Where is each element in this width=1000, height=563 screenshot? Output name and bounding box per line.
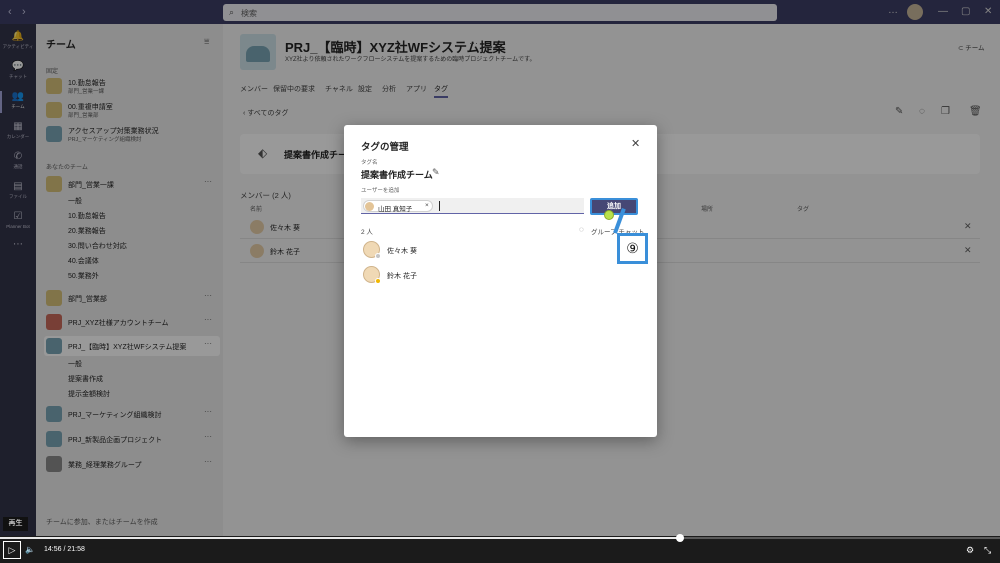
close-icon[interactable]: ✕	[631, 137, 640, 150]
avatar	[365, 202, 374, 211]
presence-indicator	[375, 253, 381, 259]
fullscreen-icon[interactable]: ⤡	[984, 545, 991, 556]
edit-icon[interactable]: ✎	[432, 167, 440, 178]
settings-icon[interactable]: ⚙	[966, 545, 974, 556]
user-chip: 山田 真知子 ×	[363, 200, 433, 213]
list-item: 佐々木 葵	[361, 240, 561, 260]
presence-indicator	[375, 278, 381, 284]
member-count: 2 人	[361, 229, 373, 236]
add-user-label: ユーザーを追加	[361, 188, 400, 194]
text-caret	[439, 201, 440, 211]
chat-icon: ◌	[579, 225, 584, 234]
play-tooltip: 再生	[3, 517, 28, 531]
add-user-input[interactable]: 山田 真知子 ×	[361, 198, 584, 214]
tag-name-value: 提案書作成チーム	[361, 170, 433, 180]
progress-fill	[0, 537, 680, 539]
current-time: 14:56	[44, 546, 62, 553]
progress-handle[interactable]	[676, 534, 684, 542]
time-display: 14:56 / 21:58	[44, 546, 85, 553]
remove-chip-icon[interactable]: ×	[425, 202, 429, 209]
volume-icon[interactable]: 🔈	[25, 545, 35, 554]
total-time: 21:58	[67, 546, 85, 553]
manage-tag-dialog: タグの管理 ✕ タグ名 提案書作成チーム ✎ ユーザーを追加 山田 真知子 × …	[344, 125, 657, 437]
dialog-title: タグの管理	[361, 142, 409, 153]
tag-name-label: タグ名	[361, 160, 378, 166]
play-button[interactable]: ▷	[3, 541, 21, 559]
video-player-bar	[0, 536, 1000, 563]
cursor-highlight	[604, 210, 614, 220]
list-item: 鈴木 花子	[361, 265, 561, 285]
step-callout: ⑨	[617, 233, 648, 264]
add-button[interactable]: 追加	[590, 198, 638, 215]
